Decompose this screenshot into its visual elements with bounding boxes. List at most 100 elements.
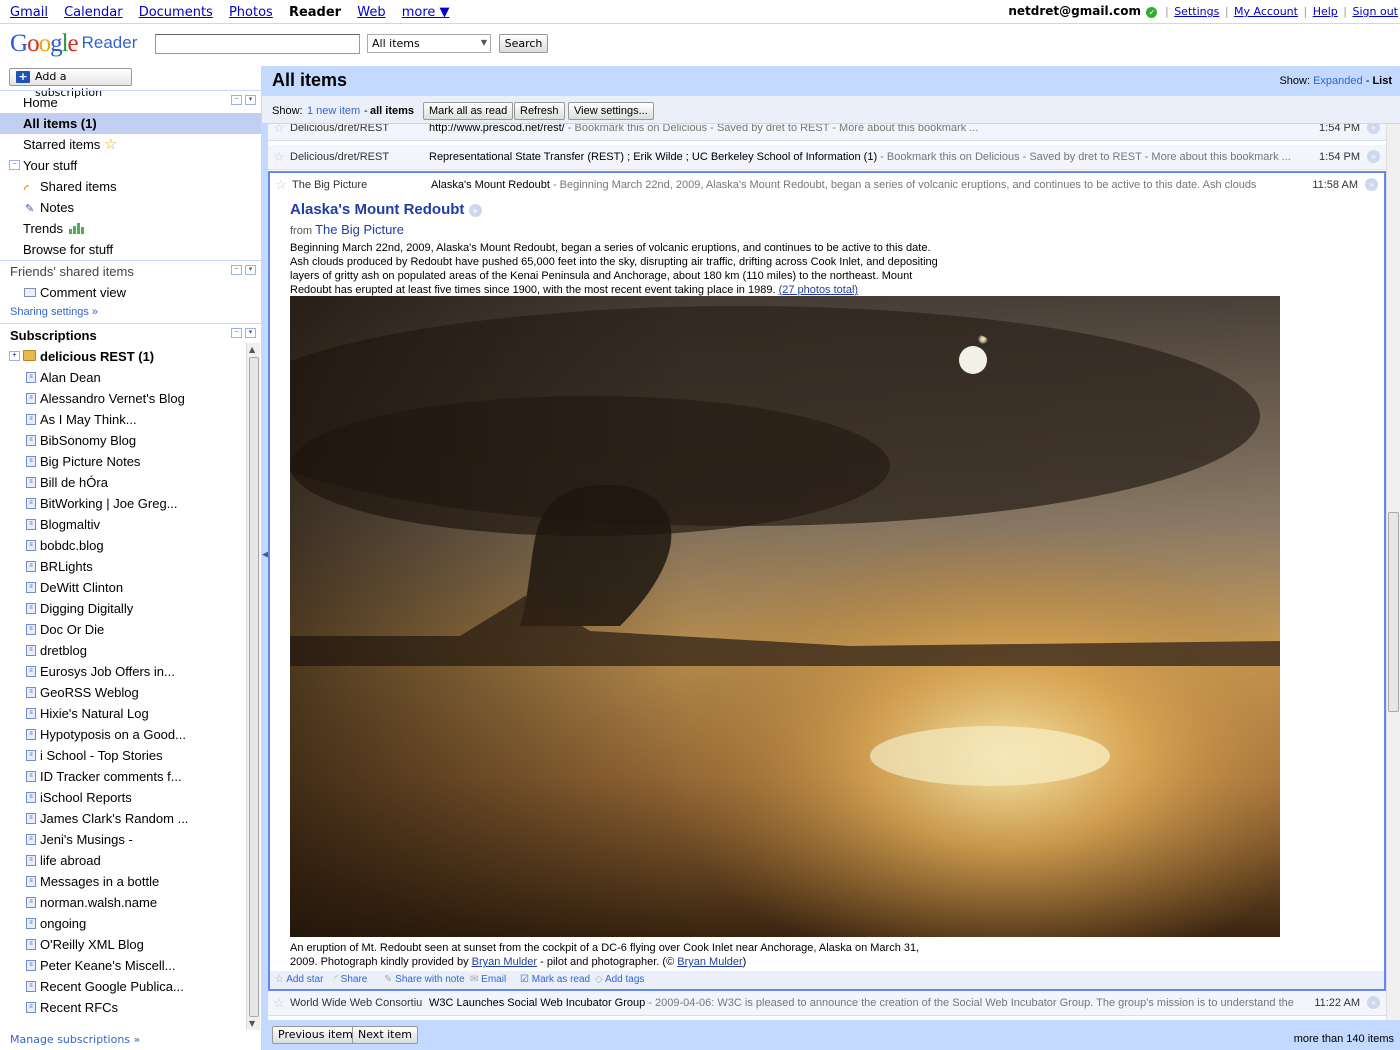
photos-link[interactable]: Photos bbox=[229, 5, 273, 20]
add-star-action[interactable]: ☆ Add star bbox=[275, 974, 323, 985]
subscription-item[interactable]: ≡ Eurosys Job Offers in... bbox=[0, 661, 246, 682]
photographer-link[interactable]: Bryan Mulder bbox=[677, 956, 742, 968]
article-source-link[interactable]: The Big Picture bbox=[315, 222, 404, 237]
sign-out-link[interactable]: Sign out bbox=[1352, 5, 1398, 18]
subscription-item[interactable]: ≡ Hypotyposis on a Good... bbox=[0, 724, 246, 745]
subscription-item[interactable]: ≡ Doc Or Die bbox=[0, 619, 246, 640]
subscription-item[interactable]: ≡ Blogmaltiv bbox=[0, 514, 246, 535]
scroll-thumb[interactable] bbox=[249, 357, 259, 1017]
friends-shared-heading[interactable]: Friends' shared items bbox=[0, 261, 261, 282]
sidebar-item-shared[interactable]: ◜ Shared items bbox=[0, 176, 261, 197]
sidebar-item-home[interactable]: Home bbox=[0, 92, 261, 113]
google-reader-logo[interactable]: Google Reader bbox=[10, 30, 137, 60]
calendar-link[interactable]: Calendar bbox=[64, 5, 122, 20]
sidebar-item-starred[interactable]: Starred items ☆ bbox=[0, 134, 261, 155]
subscription-item[interactable]: ≡ Jeni's Musings - bbox=[0, 829, 246, 850]
subscription-item[interactable]: ≡ bobdc.blog bbox=[0, 535, 246, 556]
sidebar-item-your-stuff[interactable]: − Your stuff bbox=[0, 155, 261, 176]
collapse-toggle-icon[interactable]: − bbox=[9, 160, 20, 170]
my-account-link[interactable]: My Account bbox=[1234, 5, 1298, 18]
documents-link[interactable]: Documents bbox=[139, 5, 213, 20]
subscription-item[interactable]: ≡ norman.walsh.name bbox=[0, 892, 246, 913]
subscriptions-heading[interactable]: Subscriptions bbox=[0, 325, 261, 346]
subscription-item[interactable]: ≡ Messages in a bottle bbox=[0, 871, 246, 892]
subscription-item[interactable]: ≡ BibSonomy Blog bbox=[0, 430, 246, 451]
star-icon[interactable]: ☆ bbox=[275, 177, 287, 193]
subscription-item[interactable]: ≡ James Clark's Random ... bbox=[0, 808, 246, 829]
next-item-button[interactable]: Next item bbox=[352, 1026, 418, 1044]
open-original-icon[interactable]: » bbox=[1367, 150, 1380, 163]
previous-item-button[interactable]: Previous item bbox=[272, 1026, 359, 1044]
subscription-item[interactable]: ≡ Recent RFCs bbox=[0, 997, 246, 1018]
open-original-icon[interactable]: » bbox=[1367, 996, 1380, 1009]
more-menu[interactable]: more ▼ bbox=[402, 5, 450, 20]
subscription-item[interactable]: ≡ Recent Google Publica... bbox=[0, 976, 246, 997]
search-button[interactable]: Search bbox=[499, 34, 548, 53]
entry-row[interactable]: ☆ Delicious/dret/REST Representational S… bbox=[268, 145, 1386, 170]
subscription-item[interactable]: ≡ Big Picture Notes bbox=[0, 451, 246, 472]
subscription-item[interactable]: ≡ dretblog bbox=[0, 640, 246, 661]
subscription-item[interactable]: ≡ ID Tracker comments f... bbox=[0, 766, 246, 787]
scroll-thumb[interactable] bbox=[1388, 512, 1399, 712]
subscription-item[interactable]: ≡ Alessandro Vernet's Blog bbox=[0, 388, 246, 409]
subscription-item[interactable]: ≡ Hixie's Natural Log bbox=[0, 703, 246, 724]
star-icon[interactable]: ☆ bbox=[273, 149, 285, 165]
folder-delicious-rest[interactable]: + delicious REST (1) bbox=[0, 346, 261, 367]
subscription-item[interactable]: ≡ Digging Digitally bbox=[0, 598, 246, 619]
add-tags-action[interactable]: ◇ Add tags bbox=[595, 974, 644, 985]
manage-subscriptions-link[interactable]: Manage subscriptions » bbox=[10, 1033, 140, 1046]
subscription-item[interactable]: ≡ BRLights bbox=[0, 556, 246, 577]
subscription-item[interactable]: ≡ Alan Dean bbox=[0, 367, 246, 388]
web-link[interactable]: Web bbox=[357, 5, 385, 20]
entry-row[interactable]: ☆ World Wide Web Consortiu W3C Launches … bbox=[268, 991, 1386, 1016]
view-settings-button[interactable]: View settings... bbox=[568, 102, 654, 120]
entries-scrollbar[interactable] bbox=[1386, 124, 1400, 1020]
sidebar-item-trends[interactable]: Trends bbox=[0, 218, 261, 239]
subscription-item[interactable]: ≡ ongoing bbox=[0, 913, 246, 934]
open-original-icon[interactable]: » bbox=[1367, 124, 1380, 134]
subscription-item[interactable]: ≡ DeWitt Clinton bbox=[0, 577, 246, 598]
email-action[interactable]: ✉ Email bbox=[470, 974, 506, 985]
open-original-icon[interactable]: » bbox=[468, 204, 482, 217]
menu-icon[interactable]: ▾ bbox=[245, 95, 256, 105]
sidebar-item-comment-view[interactable]: Comment view bbox=[0, 282, 261, 303]
refresh-button[interactable]: Refresh bbox=[514, 102, 565, 120]
search-input[interactable] bbox=[155, 34, 360, 54]
subscription-item[interactable]: ≡ Bill de hÓra bbox=[0, 472, 246, 493]
share-with-note-action[interactable]: ✎ Share with note bbox=[384, 974, 465, 985]
gmail-link[interactable]: Gmail bbox=[10, 5, 48, 20]
article-title[interactable]: Alaska's Mount Redoubt » bbox=[290, 201, 482, 218]
subscription-item[interactable]: ≡ GeoRSS Weblog bbox=[0, 682, 246, 703]
help-link[interactable]: Help bbox=[1313, 5, 1338, 18]
sidebar-item-browse[interactable]: Browse for stuff bbox=[0, 239, 261, 260]
mark-all-read-button[interactable]: Mark all as read bbox=[423, 102, 514, 120]
scroll-up-icon[interactable]: ▲ bbox=[249, 345, 255, 354]
photos-link[interactable]: (27 photos total) bbox=[779, 284, 859, 296]
settings-link[interactable]: Settings bbox=[1174, 5, 1219, 18]
subscription-item[interactable]: ≡ life abroad bbox=[0, 850, 246, 871]
sidebar-item-notes[interactable]: ✎ Notes bbox=[0, 197, 261, 218]
menu-icon[interactable]: ▾ bbox=[245, 328, 256, 338]
new-items-link[interactable]: 1 new item bbox=[307, 105, 360, 117]
entry-row-expanded[interactable]: ☆ The Big Picture Alaska's Mount Redoubt… bbox=[270, 173, 1384, 198]
scroll-down-icon[interactable]: ▼ bbox=[249, 1019, 255, 1028]
subscription-item[interactable]: ≡ Peter Keane's Miscell... bbox=[0, 955, 246, 976]
menu-icon[interactable]: ▾ bbox=[245, 265, 256, 275]
search-scope-select[interactable]: All items ▼ bbox=[367, 34, 491, 53]
sidebar-item-all-items[interactable]: All items (1) bbox=[0, 113, 261, 134]
open-original-icon[interactable]: » bbox=[1365, 178, 1378, 191]
expand-icon[interactable]: + bbox=[9, 351, 20, 361]
mark-as-read-action[interactable]: ☑ Mark as read bbox=[520, 974, 590, 985]
collapse-icon[interactable]: − bbox=[231, 265, 242, 275]
subscriptions-scrollbar[interactable]: ▲ ▼ bbox=[246, 343, 260, 1030]
entry-row[interactable]: ☆ Delicious/dret/REST http://www.prescod… bbox=[268, 124, 1386, 141]
share-action[interactable]: ◜ Share bbox=[334, 974, 367, 985]
collapse-icon[interactable]: − bbox=[231, 328, 242, 338]
subscription-item[interactable]: ≡ BitWorking | Joe Greg... bbox=[0, 493, 246, 514]
subscription-item[interactable]: ≡ O'Reilly XML Blog bbox=[0, 934, 246, 955]
star-icon[interactable]: ☆ bbox=[273, 995, 285, 1011]
add-subscription-button[interactable]: + Add a subscription bbox=[9, 68, 132, 99]
photographer-link[interactable]: Bryan Mulder bbox=[472, 956, 537, 968]
subscription-item[interactable]: ≡ As I May Think... bbox=[0, 409, 246, 430]
expanded-view-link[interactable]: Expanded bbox=[1313, 75, 1363, 87]
